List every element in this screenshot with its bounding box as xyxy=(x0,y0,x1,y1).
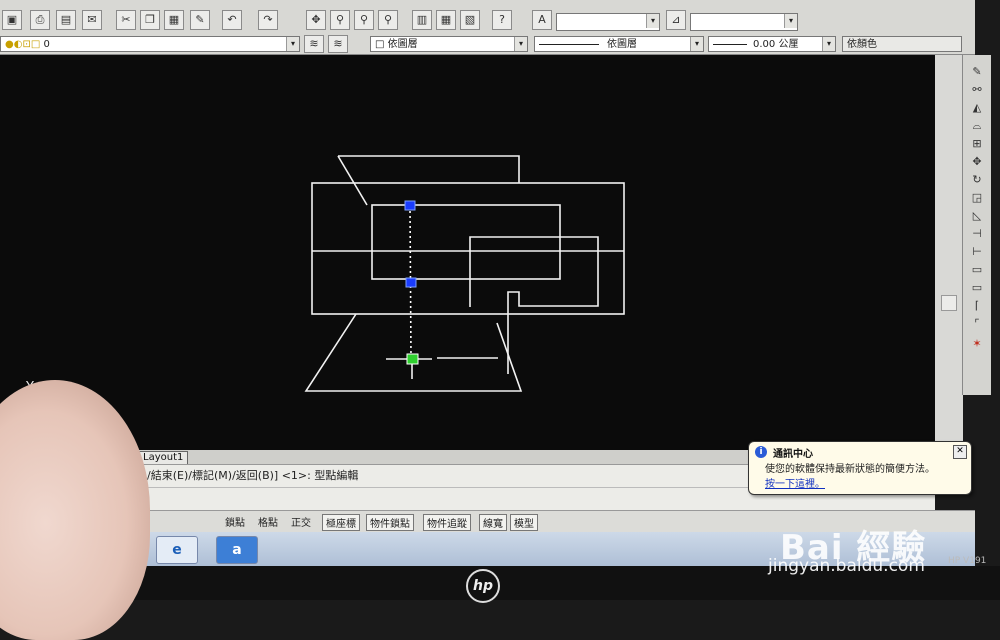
mirror-icon[interactable]: ◭ xyxy=(969,101,985,115)
cut-icon[interactable]: ✂ xyxy=(116,10,136,30)
stretch-icon[interactable]: ◺ xyxy=(969,209,985,223)
layer-combo[interactable]: ●◐⊡□ 0 ▾ xyxy=(0,36,300,52)
pan-icon[interactable]: ✥ xyxy=(306,10,326,30)
ie-icon[interactable]: e xyxy=(156,536,198,564)
move-icon[interactable]: ✥ xyxy=(969,155,985,169)
grip-top[interactable] xyxy=(404,200,416,211)
join-icon[interactable]: ▭ xyxy=(969,281,985,295)
base-trapezoid xyxy=(304,313,523,392)
drawing-svg: Y X xyxy=(23,155,625,451)
layer-combo-value: 0 xyxy=(43,39,50,50)
chevron-down-icon: ▾ xyxy=(646,14,659,28)
modify-toolbar: ✎ ⚯ ◭ ⌓ ⊞ ✥ ↻ ◲ ◺ ⊣ ⊢ ▭ ▭ ⌈ ⌜ ✶ xyxy=(962,55,991,395)
layer-previous-icon[interactable]: ≋ xyxy=(328,35,348,53)
design-center-icon[interactable]: ▦ xyxy=(436,10,456,30)
status-polar[interactable]: 極座標 xyxy=(322,514,360,531)
info-icon: i xyxy=(755,446,767,458)
status-snap[interactable]: 鎖點 xyxy=(222,514,248,529)
status-otrack[interactable]: 物件追蹤 xyxy=(423,514,471,531)
zoom-previous-icon[interactable]: ⚲ xyxy=(378,10,398,30)
plotstyle-combo[interactable]: 依顏色 xyxy=(842,36,962,52)
stepped-outline xyxy=(469,236,599,374)
outer-rectangle xyxy=(311,182,625,315)
hp-logo: hp xyxy=(466,569,500,603)
lineweight-sample xyxy=(713,43,747,45)
status-lineweight[interactable]: 線寬 xyxy=(479,514,507,531)
break-icon[interactable]: ▭ xyxy=(969,263,985,277)
help-icon[interactable]: ? xyxy=(492,10,512,30)
layer-state-icons: ●◐⊡□ xyxy=(5,39,44,50)
plot-preview-icon[interactable]: ▤ xyxy=(56,10,76,30)
zoom-realtime-icon[interactable]: ⚲ xyxy=(330,10,350,30)
chevron-down-icon: ▾ xyxy=(514,37,527,51)
layers-properties-toolbar: ●◐⊡□ 0 ▾ ≋ ≋ □ 依圖層 ▾ 依圖層 ▾ 0.00 公厘 ▾ 依顏色 xyxy=(0,34,975,55)
status-grid[interactable]: 格點 xyxy=(255,514,281,529)
linetype-combo[interactable]: 依圖層 ▾ xyxy=(534,36,704,52)
save-icon[interactable]: ▣ xyxy=(2,10,22,30)
dim-style-icon[interactable]: ⊿ xyxy=(666,10,686,30)
match-properties-icon[interactable]: ✎ xyxy=(190,10,210,30)
rotate-icon[interactable]: ↻ xyxy=(969,173,985,187)
dim-style-combo[interactable]: ▾ xyxy=(690,13,798,31)
status-ortho[interactable]: 正交 xyxy=(288,514,314,529)
plotstyle-combo-value: 依顏色 xyxy=(847,39,877,50)
chevron-down-icon: ▾ xyxy=(286,37,299,51)
status-osnap[interactable]: 物件鎖點 xyxy=(366,514,414,531)
redo-icon[interactable]: ↷ xyxy=(258,10,278,30)
lineweight-combo-value: 0.00 公厘 xyxy=(753,39,799,50)
top-slant-edge xyxy=(337,155,368,206)
vertical-scrollbar[interactable] xyxy=(935,55,963,450)
tool-palettes-icon[interactable]: ▧ xyxy=(460,10,480,30)
trim-icon[interactable]: ⊣ xyxy=(969,227,985,241)
text-style-combo[interactable]: ▾ xyxy=(556,13,660,31)
scale-icon[interactable]: ◲ xyxy=(969,191,985,205)
offset-icon[interactable]: ⌓ xyxy=(969,119,985,133)
watermark-url: jingyan.baidu.com xyxy=(768,556,925,576)
top-back-edge xyxy=(338,155,520,183)
print-icon[interactable]: ⎙ xyxy=(30,10,50,30)
copy-object-icon[interactable]: ⚯ xyxy=(969,83,985,97)
linetype-sample xyxy=(539,43,599,45)
drawing-canvas[interactable]: Y X xyxy=(0,55,962,451)
notification-link[interactable]: 按一下這裡。 xyxy=(765,475,825,490)
color-combo[interactable]: □ 依圖層 ▾ xyxy=(370,36,528,52)
tab-layout1[interactable]: Layout1 xyxy=(138,451,189,465)
paste-icon[interactable]: ▦ xyxy=(164,10,184,30)
standard-toolbar: ▣ ⎙ ▤ ✉ ✂ ❐ ▦ ✎ ↶ ↷ ✥ ⚲ ⚲ ⚲ ▥ ▦ ▧ ? A ▾ … xyxy=(0,0,975,35)
chamfer-icon[interactable]: ⌈ xyxy=(969,299,985,313)
properties-icon[interactable]: ▥ xyxy=(412,10,432,30)
explode-icon[interactable]: ✶ xyxy=(969,337,985,351)
linetype-combo-value: 依圖層 xyxy=(607,39,637,50)
grip-base-point[interactable] xyxy=(406,353,419,365)
scroll-thumb[interactable] xyxy=(941,295,957,311)
text-style-icon[interactable]: A xyxy=(532,10,552,30)
autocad-icon[interactable]: a xyxy=(216,536,258,564)
zoom-window-icon[interactable]: ⚲ xyxy=(354,10,374,30)
extend-icon[interactable]: ⊢ xyxy=(969,245,985,259)
chevron-down-icon: ▾ xyxy=(690,37,703,51)
chevron-down-icon: ▾ xyxy=(784,14,797,28)
drawing-geometry xyxy=(304,155,625,392)
notification-message: 使您的軟體保持最新狀態的簡便方法。 xyxy=(765,464,935,475)
grip-middle[interactable] xyxy=(405,277,417,288)
close-icon[interactable]: ✕ xyxy=(953,445,967,459)
monitor-model-label: HP V191 xyxy=(948,556,987,566)
inner-rectangle xyxy=(371,204,561,280)
lineweight-combo[interactable]: 0.00 公厘 ▾ xyxy=(708,36,836,52)
chevron-down-icon: ▾ xyxy=(822,37,835,51)
erase-icon[interactable]: ✎ xyxy=(969,65,985,79)
array-icon[interactable]: ⊞ xyxy=(969,137,985,151)
copy-icon[interactable]: ❐ xyxy=(140,10,160,30)
fillet-icon[interactable]: ⌜ xyxy=(969,317,985,331)
status-model[interactable]: 模型 xyxy=(510,514,538,531)
notification-title: 通訊中心 xyxy=(773,449,813,460)
undo-icon[interactable]: ↶ xyxy=(222,10,242,30)
color-combo-value: □ 依圖層 xyxy=(375,39,418,50)
make-layer-current-icon[interactable]: ≋ xyxy=(304,35,324,53)
communication-center-balloon: i 通訊中心 ✕ 使您的軟體保持最新狀態的簡便方法。 按一下這裡。 xyxy=(748,441,972,495)
publish-icon[interactable]: ✉ xyxy=(82,10,102,30)
